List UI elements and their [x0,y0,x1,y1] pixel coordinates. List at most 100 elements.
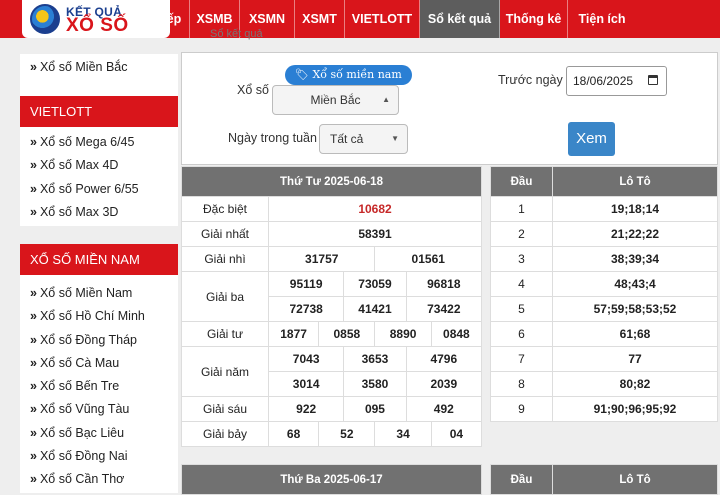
sidebar-header-vietlott: VIETLOTT [20,96,178,127]
xoso-label: Xổ số [237,83,269,97]
tag-icon: 🏷 [295,68,309,81]
result-table-2: Thứ Ba 2025-06-17 [181,464,482,495]
chevron-down-icon: ▼ [391,134,399,143]
chevron-down-icon: ▲ [382,95,390,104]
sidebar-item-dong-nai[interactable]: » Xổ số Đồng Nai [20,445,178,468]
xoso-mien-nam-tag[interactable]: 🏷 Xổ số miền nam [285,65,412,85]
prize-nam: 7043 [267,346,345,372]
prize-ba: 72738 [267,296,345,322]
table-row: 8 80;82 [490,371,718,397]
table-row: 6 61;68 [490,321,718,347]
sidebar-item-dong-thap[interactable]: » Xổ số Đồng Tháp [20,329,178,352]
prize-nam: 2039 [405,371,483,397]
result-table: Thứ Tư 2025-06-18 Đặc biệt 10682 Giải nhấ… [181,166,483,447]
nav-tien-ich[interactable]: Tiện ích [568,0,636,38]
loto-values: 19;18;14 [552,196,718,222]
prize-dac-biet: 10682 [268,196,482,222]
prize-label: Giải nhì [181,246,269,272]
breadcrumb: Sổ kết quả [210,28,263,40]
prize-tu: 0848 [430,321,483,347]
logo-emblem-icon [30,4,60,34]
prize-nhi: 01561 [374,246,482,272]
loto-values: 91;90;96;95;92 [552,396,718,422]
calendar-icon [648,75,658,85]
nav-truc-tiep[interactable]: Trực tiếp [120,0,190,38]
sidebar-top-box: » Xổ số Miền Bắc [20,54,178,96]
sidebar-item-mega[interactable]: » Xổ số Mega 6/45 [20,131,178,154]
search-form: 🏷 Xổ số miền nam Xổ số Miền Bắc ▲ Ngày tr… [181,52,718,165]
prize-nhi: 31757 [267,246,376,272]
loto-dau: 4 [490,271,553,297]
loto-dau: 2 [490,221,553,247]
loto-values: 48;43;4 [552,271,718,297]
prize-bay: 52 [318,421,376,447]
loto-col-dau: Đầu [490,464,553,495]
prize-label: Giải ba [181,271,269,322]
sidebar-item-power[interactable]: » Xổ số Power 6/55 [20,178,178,201]
loto-dau: 5 [490,296,553,322]
prize-tu: 8890 [374,321,432,347]
result-date-header: Thứ Tư 2025-06-18 [181,166,482,197]
table-row: 3 38;39;34 [490,246,718,272]
loto-dau: 8 [490,371,553,397]
nav-xsmt[interactable]: XSMT [295,0,345,38]
sidebar-vietlott-box: VIETLOTT » Xổ số Mega 6/45 » Xổ số Max 4D … [20,96,178,226]
loto-dau: 1 [490,196,553,222]
prize-sau: 492 [405,396,483,422]
nav-vietlott[interactable]: VIETLOTT [345,0,420,38]
prize-nhat: 58391 [268,221,482,247]
prize-ba: 73059 [343,271,407,297]
prize-tu: 1877 [267,321,320,347]
truoc-ngay-label: Trước ngày [498,73,563,87]
loto-values: 57;59;58;53;52 [552,296,718,322]
prize-ba: 41421 [343,296,407,322]
loto-dau: 9 [490,396,553,422]
prize-ba: 73422 [405,296,483,322]
table-row: 1 19;18;14 [490,196,718,222]
table-row: 9 91;90;96;95;92 [490,396,718,422]
table-row: 4 48;43;4 [490,271,718,297]
loto-values: 77 [552,346,718,372]
prize-bay: 34 [374,421,432,447]
sidebar-item-ben-tre[interactable]: » Xổ số Bến Tre [20,375,178,398]
loto-values: 80;82 [552,371,718,397]
result-date-header: Thứ Ba 2025-06-17 [181,464,482,495]
loto-dau: 6 [490,321,553,347]
sidebar-item-mien-nam[interactable]: » Xổ số Miền Nam [20,282,178,305]
loto-table-2: Đầu Lô Tô [490,464,718,495]
prize-bay: 04 [430,421,483,447]
sidebar-item-ca-mau[interactable]: » Xổ số Cà Mau [20,352,178,375]
sidebar-item-max4d[interactable]: » Xổ số Max 4D [20,154,178,177]
sidebar-mien-nam-box: XỔ SỐ MIỀN NAM » Xổ số Miền Nam » Xổ số Hồ… [20,244,178,493]
top-nav: KẾT QUẢ XỔ SỐ Trực tiếp XSMB XSMN XSMT V… [0,0,720,38]
ngay-trong-tuan-label: Ngày trong tuần [228,131,317,145]
sidebar-item-hcm[interactable]: » Xổ số Hồ Chí Minh [20,305,178,328]
xem-button[interactable]: Xem [568,122,615,156]
prize-bay: 68 [267,421,320,447]
sidebar-item-bac-lieu[interactable]: » Xổ số Bạc Liêu [20,422,178,445]
ngay-select[interactable]: Tất cả ▼ [319,124,408,154]
loto-col-dau: Đầu [490,166,553,197]
prize-label: Giải nhất [181,221,269,247]
loto-col-loto: Lô Tô [552,166,718,197]
loto-values: 38;39;34 [552,246,718,272]
prize-nam: 3580 [343,371,407,397]
prize-tu: 0858 [318,321,376,347]
sidebar-item-max3d[interactable]: » Xổ số Max 3D [20,201,178,224]
nav-so-ket-qua[interactable]: Sổ kết quả [420,0,500,38]
nav-thong-ke[interactable]: Thống kê [500,0,568,38]
prize-nam: 3014 [267,371,345,397]
sidebar-item-vung-tau[interactable]: » Xổ số Vũng Tàu [20,398,178,421]
prize-label: Giải bảy [181,421,269,447]
prize-label: Giải sáu [181,396,269,422]
sidebar-item-can-tho[interactable]: » Xổ số Cần Thơ [20,468,178,491]
sidebar: » Xổ số Miền Bắc VIETLOTT » Xổ số Mega 6/4… [20,38,178,493]
prize-ba: 96818 [405,271,483,297]
prize-label: Giải năm [181,346,269,397]
date-input[interactable]: 18/06/2025 [566,66,667,96]
table-row: 5 57;59;58;53;52 [490,296,718,322]
table-row: 7 77 [490,346,718,372]
sidebar-item-mien-bac[interactable]: » Xổ số Miền Bắc [20,56,178,79]
xoso-select[interactable]: Miền Bắc ▲ [272,85,399,115]
prize-nam: 3653 [343,346,407,372]
